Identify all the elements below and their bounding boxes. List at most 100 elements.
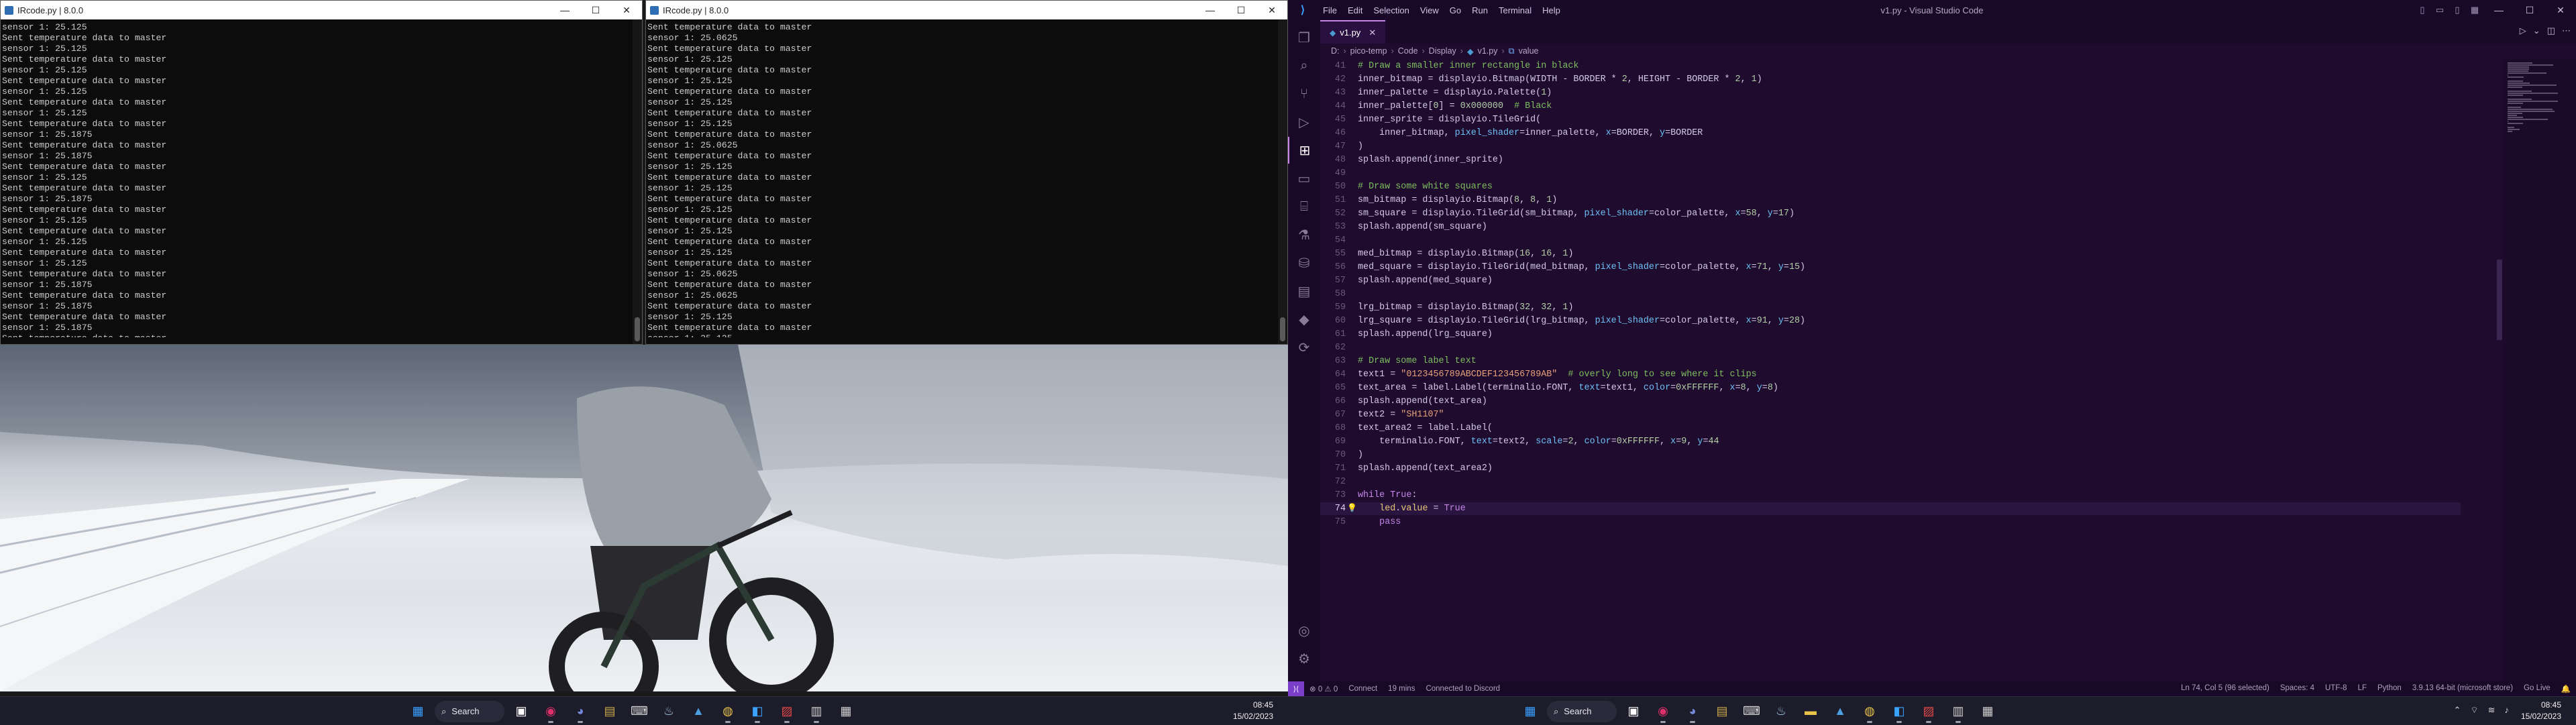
code-line[interactable]: 49	[1320, 167, 2461, 180]
code-line[interactable]: 73 while True:	[1320, 489, 2461, 502]
task-view-icon[interactable]: ▣	[508, 699, 534, 724]
maximize-button[interactable]: ☐	[2514, 1, 2545, 19]
app-icon-red[interactable]: ◉	[1650, 699, 1676, 724]
close-button[interactable]: ✕	[611, 1, 642, 19]
vscode-titlebar[interactable]: ⟩ File Edit Selection View Go Run Termin…	[1288, 0, 2576, 20]
close-button[interactable]: ✕	[1256, 1, 1287, 19]
app-icon-red-square[interactable]: ▨	[1916, 699, 1941, 724]
code-line[interactable]: 45 inner_sprite = displayio.TileGrid(	[1320, 113, 2461, 126]
minimize-button[interactable]: —	[2483, 1, 2514, 19]
scrollbar-thumb[interactable]	[635, 317, 640, 341]
maximize-button[interactable]: ☐	[1226, 1, 1256, 19]
breadcrumb-item[interactable]: value	[1519, 46, 1539, 56]
terminal-titlebar[interactable]: IRcode.py | 8.0.0 — ☐ ✕	[1, 1, 642, 19]
app-icon-red[interactable]: ◉	[538, 699, 564, 724]
app-icon-red-square[interactable]: ▨	[774, 699, 800, 724]
python-interpreter[interactable]: 3.9.13 64-bit (microsoft store)	[2407, 684, 2518, 693]
menu-help[interactable]: Help	[1537, 5, 1566, 15]
toggle-secondary-sidebar-icon[interactable]: ▯	[2449, 5, 2466, 15]
database-icon[interactable]: ⛁	[1288, 249, 1320, 276]
steam-icon[interactable]: ♨	[656, 699, 682, 724]
language-mode[interactable]: Python	[2372, 684, 2407, 693]
terminal-taskbar-icon[interactable]: ⌨	[627, 699, 652, 724]
menu-edit[interactable]: Edit	[1342, 5, 1368, 15]
breadcrumb-item[interactable]: D:	[1331, 46, 1340, 56]
code-editor[interactable]: 41 # Draw a smaller inner rectangle in bl…	[1320, 58, 2534, 681]
menu-go[interactable]: Go	[1444, 5, 1466, 15]
start-button-windows-icon[interactable]: ▦	[1517, 699, 1543, 724]
code-line[interactable]: 60 lrg_square = displayio.TileGrid(lrg_bi…	[1320, 315, 2461, 327]
toggle-sidebar-icon[interactable]: ▯	[2414, 5, 2431, 15]
scrollbar-thumb[interactable]	[2497, 260, 2502, 340]
source-control-icon[interactable]: ⑂	[1288, 80, 1320, 107]
network-icon[interactable]: ⌔	[2470, 705, 2478, 716]
go-live-button[interactable]: Go Live	[2518, 684, 2556, 693]
taskbar-search[interactable]: ⌕ Search	[435, 700, 504, 722]
code-line[interactable]: 50 # Draw some white squares	[1320, 180, 2461, 193]
code-line[interactable]: 43 inner_palette = displayio.Palette(1)	[1320, 87, 2461, 99]
maximize-button[interactable]: ☐	[580, 1, 611, 19]
tab-v1-py[interactable]: ◆ v1.py ✕	[1320, 20, 1386, 44]
vscode-taskbar-icon[interactable]: ◧	[745, 699, 770, 724]
code-line[interactable]: 68 text_area2 = label.Label(	[1320, 422, 2461, 435]
menu-selection[interactable]: Selection	[1368, 5, 1414, 15]
app-icon-misc[interactable]: ▦	[833, 699, 859, 724]
code-line[interactable]: 74 led.value = True 💡	[1320, 502, 2461, 515]
testing-icon[interactable]: ⚗	[1288, 221, 1320, 248]
status-connect[interactable]: Connect	[1343, 685, 1383, 693]
wifi-icon[interactable]: ≋	[2488, 705, 2496, 716]
remote-explorer-icon[interactable]: ▭	[1288, 165, 1320, 192]
breadcrumb-item[interactable]: v1.py	[1478, 46, 1498, 56]
code-line[interactable]: 70)	[1320, 449, 2461, 461]
code-line[interactable]: 61 splash.append(lrg_square)	[1320, 328, 2461, 341]
taskbar-clock[interactable]: 08:45 15/02/2023	[1233, 700, 1273, 722]
code-line[interactable]: 65 text_area = label.Label(terminalio.FON…	[1320, 382, 2461, 394]
discord-icon[interactable]: ◕	[568, 699, 593, 724]
taskbar-clock[interactable]: 08:45 15/02/2023	[2521, 700, 2561, 722]
minimap[interactable]	[2502, 58, 2576, 681]
menu-view[interactable]: View	[1415, 5, 1444, 15]
chrome-icon[interactable]: ◍	[1857, 699, 1882, 724]
steam-icon[interactable]: ♨	[1768, 699, 1794, 724]
taskbar-search[interactable]: ⌕ Search	[1547, 700, 1617, 722]
code-line[interactable]: 55 med_bitmap = displayio.Bitmap(16, 16, …	[1320, 247, 2461, 260]
terminal-titlebar[interactable]: IRcode.py | 8.0.0 — ☐ ✕	[646, 1, 1287, 19]
volume-icon[interactable]: ♪	[2505, 705, 2510, 716]
code-line[interactable]: 57 splash.append(med_square)	[1320, 274, 2461, 287]
terminal-scrollbar[interactable]	[633, 19, 642, 344]
chrome-icon[interactable]: ◍	[715, 699, 741, 724]
code-line[interactable]: 58	[1320, 288, 2461, 300]
chevron-up-icon[interactable]: ⌃	[2453, 705, 2461, 716]
code-line[interactable]: 63 # Draw some label text	[1320, 355, 2461, 368]
explorer-icon[interactable]: ❐	[1288, 24, 1320, 51]
code-line[interactable]: 59 lrg_bitmap = displayio.Bitmap(32, 32, …	[1320, 301, 2461, 314]
encoding[interactable]: UTF-8	[2320, 684, 2353, 693]
docker-icon[interactable]: ▤	[1288, 278, 1320, 304]
photos-icon[interactable]: ▲	[686, 699, 711, 724]
customize-layout-icon[interactable]: ▦	[2466, 5, 2483, 15]
code-line[interactable]: 46 inner_bitmap, pixel_shader=inner_pale…	[1320, 127, 2461, 140]
extensions-icon[interactable]: ⊞	[1288, 137, 1320, 164]
search-icon[interactable]: ⌕	[1288, 52, 1320, 79]
photos-icon[interactable]: ▲	[1827, 699, 1853, 724]
python-icon[interactable]: ◆	[1288, 306, 1320, 333]
discord-icon[interactable]: ◕	[1680, 699, 1705, 724]
notifications-bell-icon[interactable]: 🔔	[2556, 684, 2576, 693]
minimize-button[interactable]: —	[1195, 1, 1226, 19]
terminal-taskbar-icon[interactable]: ⌨	[1739, 699, 1764, 724]
menu-file[interactable]: File	[1318, 5, 1342, 15]
breadcrumb-item[interactable]: pico-temp	[1350, 46, 1387, 56]
close-tab-icon[interactable]: ✕	[1368, 27, 1376, 38]
more-actions-icon[interactable]: ⋯	[2562, 25, 2571, 36]
code-line[interactable]: 69 terminalio.FONT, text=text2, scale=2,…	[1320, 435, 2461, 448]
code-line[interactable]: 53 splash.append(sm_square)	[1320, 221, 2461, 233]
remote-indicator-icon[interactable]: ⟩⟨	[1288, 681, 1304, 696]
scrollbar-thumb[interactable]	[1280, 317, 1285, 341]
terminal-output[interactable]: Sent temperature data to master sensor 1:…	[646, 19, 1287, 337]
close-button[interactable]: ✕	[2545, 1, 2576, 19]
code-line[interactable]: 51 sm_bitmap = displayio.Bitmap(8, 8, 1)	[1320, 194, 2461, 207]
code-line[interactable]: 72	[1320, 476, 2461, 488]
code-line[interactable]: 54	[1320, 234, 2461, 247]
code-line[interactable]: 64 text1 = "0123456789ABCDEF123456789AB" …	[1320, 368, 2461, 381]
code-line[interactable]: 67 text2 = "SH1107"	[1320, 408, 2461, 421]
